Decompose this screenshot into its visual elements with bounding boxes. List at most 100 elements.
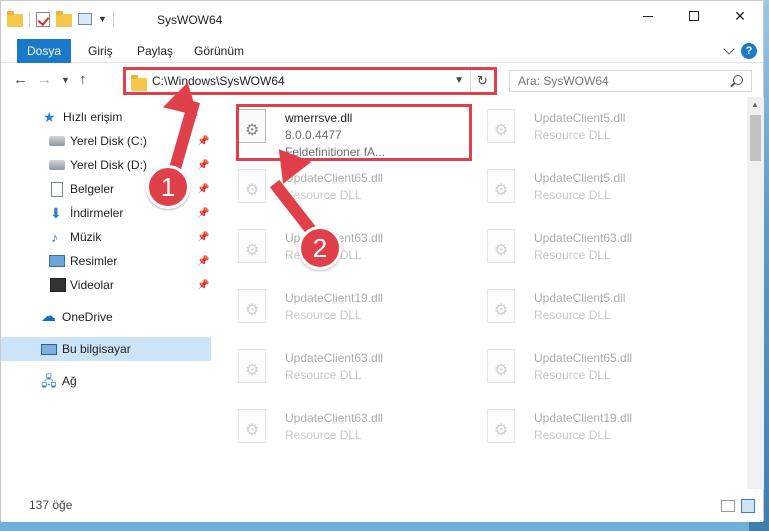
close-button[interactable]: ✕ [717, 1, 763, 31]
maximize-icon [689, 11, 699, 21]
nav-item-network[interactable]: 🖧 Ağ [1, 369, 211, 393]
file-description: Resource DLL [534, 308, 611, 322]
tab-home[interactable]: Giriş [88, 39, 113, 63]
file-name: UpdateClient19.dll [534, 411, 633, 425]
forward-arrow-icon[interactable]: → [37, 71, 52, 88]
maximize-button[interactable] [671, 1, 717, 31]
music-icon: ♪ [51, 229, 58, 245]
address-dropdown-icon[interactable]: ▼ [454, 75, 464, 86]
file-name: UpdateClient19.dll [285, 291, 384, 305]
file-item[interactable]: UpdateClient63.dll Resource DLL [460, 221, 690, 281]
minimize-button[interactable] [625, 1, 671, 31]
highlight-box [236, 104, 472, 161]
file-description: Resource DLL [534, 188, 611, 202]
file-name: UpdateClient63.dll [534, 231, 633, 245]
dll-file-icon [487, 229, 515, 263]
toolbar-divider [29, 11, 30, 27]
up-arrow-icon[interactable]: ↑ [79, 71, 87, 88]
disk-icon [49, 160, 65, 170]
file-item[interactable]: UpdateClient65.dll Resource DLL [211, 161, 441, 221]
nav-item-videos[interactable]: Videolar 📌 [1, 273, 211, 297]
pin-icon[interactable]: 📌 [197, 280, 209, 291]
pin-icon[interactable]: 📌 [197, 256, 209, 267]
file-item[interactable]: UpdateClient5.dll Resource DLL [460, 281, 690, 341]
file-description: Resource DLL [534, 248, 611, 262]
quick-access-toolbar: ▼ [7, 10, 114, 27]
nav-item-label: Belgeler [70, 182, 115, 196]
properties-check-icon[interactable] [36, 11, 50, 27]
tab-share[interactable]: Paylaş [137, 39, 173, 63]
scroll-up-icon[interactable]: ▲ [751, 100, 759, 109]
computer-icon [41, 344, 57, 355]
pin-icon[interactable]: 📌 [197, 160, 209, 171]
nav-item-label: Müzik [70, 230, 102, 244]
dll-file-icon [238, 169, 266, 203]
dll-file-icon [487, 409, 515, 443]
pin-icon[interactable]: 📌 [197, 208, 209, 219]
file-item[interactable]: UpdateClient19.dll Resource DLL [211, 281, 441, 341]
file-item[interactable]: UpdateClient5.dll Resource DLL [460, 161, 690, 221]
new-folder-icon[interactable] [56, 10, 72, 27]
network-icon: 🖧 [41, 373, 57, 389]
nav-item-music[interactable]: ♪ Müzik 📌 [1, 225, 211, 249]
file-name: UpdateClient63.dll [285, 411, 384, 425]
file-item[interactable]: UpdateClient63.dll Resource DLL [211, 401, 441, 461]
nav-item-onedrive[interactable]: ☁ OneDrive [1, 305, 211, 329]
file-item[interactable]: UpdateClient63.dll Resource DLL [211, 341, 441, 401]
pin-icon[interactable]: 📌 [197, 184, 209, 195]
download-icon: ⬇ [50, 205, 62, 221]
file-name: UpdateClient5.dll [534, 171, 626, 185]
file-name: UpdateClient5.dll [534, 111, 626, 125]
toolbar-divider [112, 11, 114, 27]
file-name: UpdateClient65.dll [534, 351, 633, 365]
file-description: Resource DLL [534, 128, 611, 142]
video-icon [50, 278, 66, 292]
pin-icon[interactable]: 📌 [197, 136, 209, 147]
nav-item-label: OneDrive [62, 310, 113, 324]
back-arrow-icon[interactable]: ← [13, 71, 28, 88]
pin-icon[interactable]: 📌 [197, 232, 209, 243]
title-bar: ▼ SysWOW64 ✕ [1, 1, 763, 39]
ribbon-controls: ? [723, 43, 757, 59]
details-view-icon[interactable] [721, 500, 735, 512]
help-icon[interactable]: ? [741, 43, 757, 59]
nav-item-label: Bu bilgisayar [62, 342, 131, 356]
file-item[interactable]: UpdateClient5.dll Resource DLL [460, 101, 690, 161]
disk-icon [49, 136, 65, 146]
tab-view[interactable]: Görünüm [194, 39, 244, 63]
status-bar: 137 öğe [1, 489, 763, 522]
file-description: Resource DLL [285, 308, 362, 322]
customize-icon[interactable] [78, 13, 92, 25]
nav-item-label: İndirmeler [70, 206, 124, 220]
ribbon: Dosya Giriş Paylaş Görünüm ? [1, 39, 763, 63]
file-description: Resource DLL [534, 368, 611, 382]
search-box[interactable] [509, 70, 752, 92]
pictures-icon [49, 255, 65, 267]
search-input[interactable] [510, 71, 720, 91]
refresh-icon[interactable]: ↻ [470, 70, 494, 92]
file-item[interactable]: UpdateClient19.dll Resource DLL [460, 401, 690, 461]
file-description: Resource DLL [285, 428, 362, 442]
folder-icon [7, 10, 23, 27]
nav-item-label: Yerel Disk (D:) [70, 158, 147, 172]
dll-file-icon [487, 349, 515, 383]
tab-file[interactable]: Dosya [17, 39, 71, 63]
nav-item-pictures[interactable]: Resimler 📌 [1, 249, 211, 273]
qat-dropdown-icon[interactable]: ▼ [98, 14, 107, 24]
file-name: UpdateClient63.dll [285, 351, 384, 365]
cloud-icon: ☁ [41, 308, 56, 325]
recent-locations-icon[interactable]: ▼ [61, 75, 70, 85]
dll-file-icon [238, 349, 266, 383]
search-icon[interactable] [733, 75, 743, 85]
vertical-scrollbar[interactable]: ▲ [747, 97, 764, 489]
nav-item-this-pc[interactable]: Bu bilgisayar [1, 337, 211, 361]
scrollbar-thumb[interactable] [750, 115, 761, 161]
large-icons-view-icon[interactable] [741, 499, 755, 513]
expand-ribbon-icon[interactable] [723, 43, 735, 55]
window-title: SysWOW64 [157, 13, 223, 27]
star-icon: ★ [43, 109, 56, 125]
nav-item-label: Ağ [62, 374, 77, 388]
step-badge-2: 2 [298, 226, 342, 270]
file-item[interactable]: UpdateClient65.dll Resource DLL [460, 341, 690, 401]
file-name: UpdateClient65.dll [285, 171, 384, 185]
